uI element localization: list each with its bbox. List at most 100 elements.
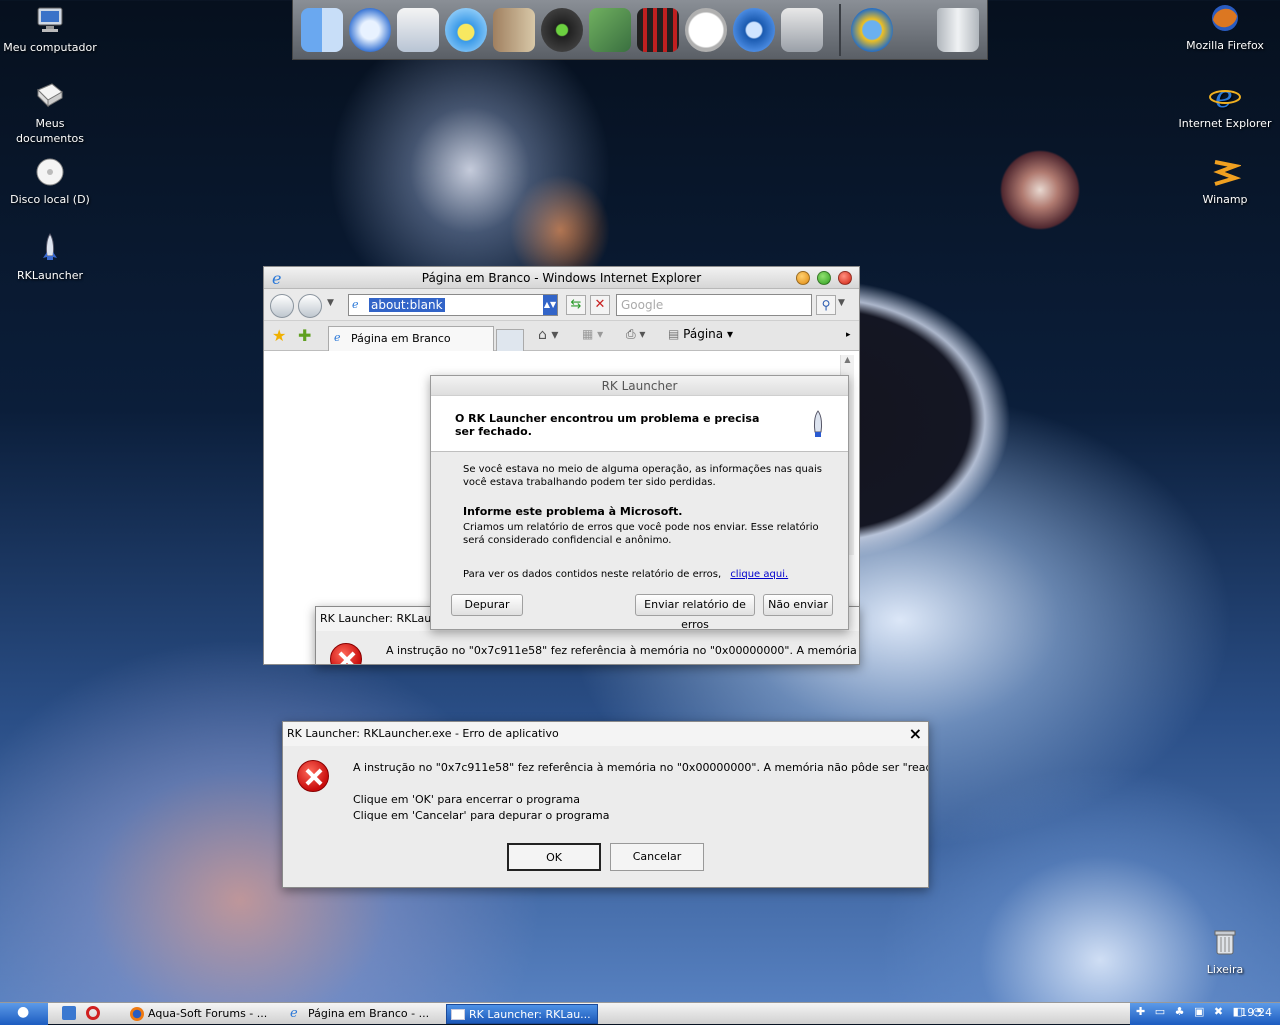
zoom-button[interactable] [817,271,831,285]
system-tray: ✚ ▭ ♣ ▣ ✖ ◧ ◔ 19:24 [1130,1003,1280,1025]
desktop-icon-my-documents[interactable]: Meus documentos [0,80,100,146]
ie-navigation-bar: ▼ e about:blank ▲▼ ⇆ ✕ Google ⚲ ▼ [264,289,859,321]
desktop-icon-label: Meus documentos [16,117,84,145]
error-message: A instrução no "0x7c911e58" fez referênc… [386,644,860,657]
add-favorite-icon[interactable]: ✚ [298,326,311,345]
svg-text:e: e [272,270,281,286]
stop-icon[interactable]: ✕ [590,295,610,315]
error-icon [330,643,362,664]
internet-connect-icon[interactable] [851,8,893,52]
error-cancel-hint: Clique em 'Cancelar' para depurar o prog… [353,809,610,822]
error-dialog-titlebar[interactable]: RK Launcher: RKLauncher.exe - Erro de ap… [283,722,928,746]
task-label: RK Launcher: RKLau... [469,1008,591,1021]
minimize-button[interactable] [796,271,810,285]
page-menu-icon: ▤ [668,327,680,341]
back-button[interactable] [270,294,294,318]
print-icon[interactable]: ⎙ ▾ [626,327,645,342]
page-menu-label: Página [683,327,724,341]
clock: 19:24 [1240,1006,1272,1019]
desktop-icon-internet-explorer[interactable]: e Internet Explorer [1175,80,1275,131]
ie-tab-bar: ★ ✚ e Página em Branco ⌂ ▾ ▦ ▾ ⎙ ▾ ▤ Pág… [264,321,859,351]
task-label: Página em Branco - ... [308,1007,430,1020]
trash-icon[interactable] [937,8,979,52]
send-report-button[interactable]: Enviar relatório de erros [635,594,755,631]
internet-explorer-icon: e [1209,80,1241,115]
address-input[interactable]: about:blank [369,298,445,312]
apple-icon: ● [17,1004,30,1020]
rk-report-heading: Informe este problema à Microsoft. [463,505,683,518]
ie-titlebar[interactable]: e Página em Branco - Windows Internet Ex… [264,267,859,289]
debug-button[interactable]: Depurar [451,594,523,616]
rk-dialog-header: O RK Launcher encontrou um problema e pr… [431,396,848,452]
desktop-icon-label: Mozilla Firefox [1186,39,1264,52]
tab-blank-page[interactable]: e Página em Branco [328,326,494,351]
refresh-icon[interactable]: ⇆ [566,295,586,315]
documents-icon [34,80,66,112]
dock-separator [839,4,841,56]
chevron-down-icon[interactable]: ▼ [327,298,334,308]
desktop-icon-label: Disco local (D) [10,193,90,206]
task-label: Aqua-Soft Forums - ... [148,1007,268,1020]
ical-icon[interactable] [685,8,727,52]
close-icon[interactable]: × [909,722,922,746]
address-bar[interactable]: e about:blank ▲▼ [348,294,558,316]
cancel-button[interactable]: Cancelar [610,843,704,871]
finder-icon[interactable] [301,8,343,52]
search-icon[interactable]: ⚲ [816,295,836,315]
quick-launch-opera-icon[interactable] [86,1006,100,1020]
safari-icon[interactable] [349,8,391,52]
firefox-icon [1209,2,1241,34]
rk-dialog-title[interactable]: RK Launcher [431,376,848,396]
desktop-icon-label: Meu computador [3,41,97,54]
dock [292,0,988,60]
trash-icon [1209,926,1241,958]
task-blank-page[interactable]: e Página em Branco - ... [286,1004,436,1024]
rk-data-row: Para ver os dados contidos neste relatór… [463,568,843,581]
new-tab-button[interactable] [496,329,524,351]
search-input[interactable]: Google [616,294,812,316]
mail-icon[interactable] [397,8,439,52]
start-button[interactable]: ● [0,1003,48,1025]
iphoto-icon[interactable] [589,8,631,52]
desktop-icon-rklauncher[interactable]: RKLauncher [0,232,100,283]
home-icon[interactable]: ⌂ ▾ [538,327,558,343]
rocket-icon [809,410,827,443]
page-icon: e [334,331,341,344]
quicktime-icon[interactable] [733,8,775,52]
error-message: A instrução no "0x7c911e58" fez referênc… [353,761,929,774]
desktop-icon-winamp[interactable]: Winamp [1175,156,1275,207]
task-aqua-soft-forums[interactable]: Aqua-Soft Forums - ... [126,1004,276,1024]
winamp-icon [1209,156,1243,188]
desktop-icon-my-computer[interactable]: Meu computador [0,4,100,55]
dont-send-button[interactable]: Não enviar [763,594,833,616]
ichat-icon[interactable] [445,8,487,52]
desktop-icon-label: Winamp [1202,193,1248,206]
error-dialog-title: RK Launcher: RKLauncher.exe - Erro de ap… [287,727,559,740]
desktop-icon-firefox[interactable]: Mozilla Firefox [1175,2,1275,53]
rk-headline: O RK Launcher encontrou um problema e pr… [455,412,760,438]
desktop-icon-local-disk[interactable]: Disco local (D) [0,156,100,207]
computer-icon [34,4,66,36]
favorites-star-icon[interactable]: ★ [272,326,286,345]
toolbar-overflow-icon[interactable]: ▸ [846,330,851,340]
scroll-up-arrow[interactable]: ▲ [841,355,854,369]
imovie-icon[interactable] [637,8,679,52]
quick-launch-ie-icon[interactable] [62,1006,76,1020]
tab-label: Página em Branco [351,332,451,345]
ok-button[interactable]: OK [507,843,601,871]
close-button[interactable] [838,271,852,285]
address-book-icon[interactable] [493,8,535,52]
rss-feed-icon[interactable]: ▦ ▾ [582,327,603,341]
desktop-icon-recycle-bin[interactable]: Lixeira [1175,926,1275,977]
desktop-icon-label: RKLauncher [17,269,83,282]
address-dropdown-button[interactable]: ▲▼ [543,295,557,315]
page-menu-button[interactable]: ▤ Página ▾ [668,327,733,341]
error-icon [297,760,329,792]
rk-data-link[interactable]: clique aqui. [730,569,788,580]
application-error-dialog: RK Launcher: RKLauncher.exe - Erro de ap… [282,721,929,888]
task-rk-launcher[interactable]: RK Launcher: RKLau... [446,1004,598,1024]
itunes-icon[interactable] [541,8,583,52]
search-options-icon[interactable]: ▼ [838,298,845,308]
forward-button[interactable] [298,294,322,318]
system-preferences-icon[interactable] [781,8,823,52]
